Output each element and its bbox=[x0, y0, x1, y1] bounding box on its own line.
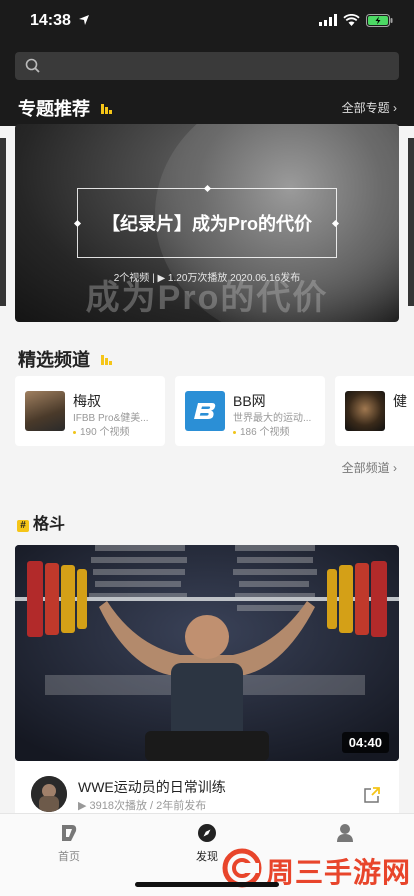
tab-home[interactable]: 首页 bbox=[29, 822, 109, 864]
channel-thumb bbox=[185, 391, 225, 431]
channel-thumb bbox=[345, 391, 385, 431]
location-arrow-icon bbox=[79, 15, 89, 25]
status-bar: 14:38 bbox=[0, 0, 414, 44]
profile-icon bbox=[337, 824, 353, 842]
wifi-icon bbox=[343, 14, 360, 26]
banner-meta: 2个视频 | ▶ 1.20万次播放 2020.06.16发布 bbox=[113, 273, 301, 284]
video-duration: 04:40 bbox=[341, 732, 389, 753]
channel-name: 梅叔 bbox=[73, 393, 101, 409]
category-heading-text: 格斗 bbox=[33, 516, 66, 533]
home-icon bbox=[62, 825, 77, 841]
compass-icon bbox=[198, 824, 216, 842]
channel-avatar[interactable] bbox=[31, 776, 67, 812]
video-meta: ▶ 3918次播放 / 2年前发布 bbox=[78, 800, 207, 812]
all-topics-link[interactable]: 全部专题 › bbox=[342, 99, 397, 116]
channel-list: 梅叔 IFBB Pro&健美... 190 个视频 BB网 世界最大的运动...… bbox=[15, 376, 414, 446]
channels-heading: 精选频道 bbox=[18, 346, 113, 372]
hash-icon: # bbox=[17, 520, 29, 532]
featured-heading: 专题推荐 bbox=[18, 95, 113, 121]
featured-banner[interactable]: 成为Pro的代价 【纪录片】成为Pro的代价 2个视频 | ▶ 1.20万次播放… bbox=[15, 124, 399, 322]
bars-icon bbox=[101, 355, 113, 366]
channel-card[interactable]: BB网 世界最大的运动... 186 个视频 bbox=[175, 376, 325, 446]
tab-profile[interactable] bbox=[305, 822, 385, 848]
channel-card[interactable]: 梅叔 IFBB Pro&健美... 190 个视频 bbox=[15, 376, 165, 446]
search-bar[interactable] bbox=[15, 52, 399, 80]
banner-title: 【纪录片】成为Pro的代价 bbox=[101, 214, 312, 234]
share-icon[interactable] bbox=[363, 786, 381, 804]
channel-card[interactable]: 健 bbox=[335, 376, 414, 446]
watermark-text: 周三手游网 bbox=[266, 857, 412, 888]
video-image bbox=[15, 545, 399, 761]
category-heading: # 格斗 bbox=[17, 510, 65, 534]
search-icon bbox=[25, 58, 40, 73]
battery-charging-icon bbox=[366, 14, 393, 27]
status-time: 14:38 bbox=[30, 12, 71, 29]
video-info[interactable]: WWE运动员的日常训练 ▶ 3918次播放 / 2年前发布 bbox=[15, 761, 399, 813]
channel-desc: 世界最大的运动... bbox=[233, 413, 312, 424]
video-title: WWE运动员的日常训练 bbox=[78, 779, 226, 795]
bb-logo-icon bbox=[194, 403, 216, 419]
channels-heading-text: 精选频道 bbox=[18, 350, 90, 370]
home-indicator[interactable] bbox=[135, 882, 279, 887]
prev-banner-peek[interactable] bbox=[0, 138, 6, 306]
featured-heading-text: 专题推荐 bbox=[18, 99, 90, 119]
channel-thumb bbox=[25, 391, 65, 431]
channel-count: 186 个视频 bbox=[233, 423, 289, 438]
channel-desc: IFBB Pro&健美... bbox=[73, 413, 149, 424]
all-channels-link[interactable]: 全部频道 › bbox=[342, 459, 397, 476]
video-thumbnail[interactable]: 04:40 bbox=[15, 545, 399, 761]
channel-name: BB网 bbox=[233, 393, 266, 409]
channel-count: 190 个视频 bbox=[73, 423, 129, 438]
cellular-signal-icon bbox=[319, 14, 337, 26]
bars-icon bbox=[101, 104, 113, 115]
tab-home-label: 首页 bbox=[58, 851, 80, 863]
channel-name: 健 bbox=[393, 393, 407, 409]
tab-discover-label: 发现 bbox=[196, 851, 218, 863]
next-banner-peek[interactable] bbox=[408, 138, 414, 306]
